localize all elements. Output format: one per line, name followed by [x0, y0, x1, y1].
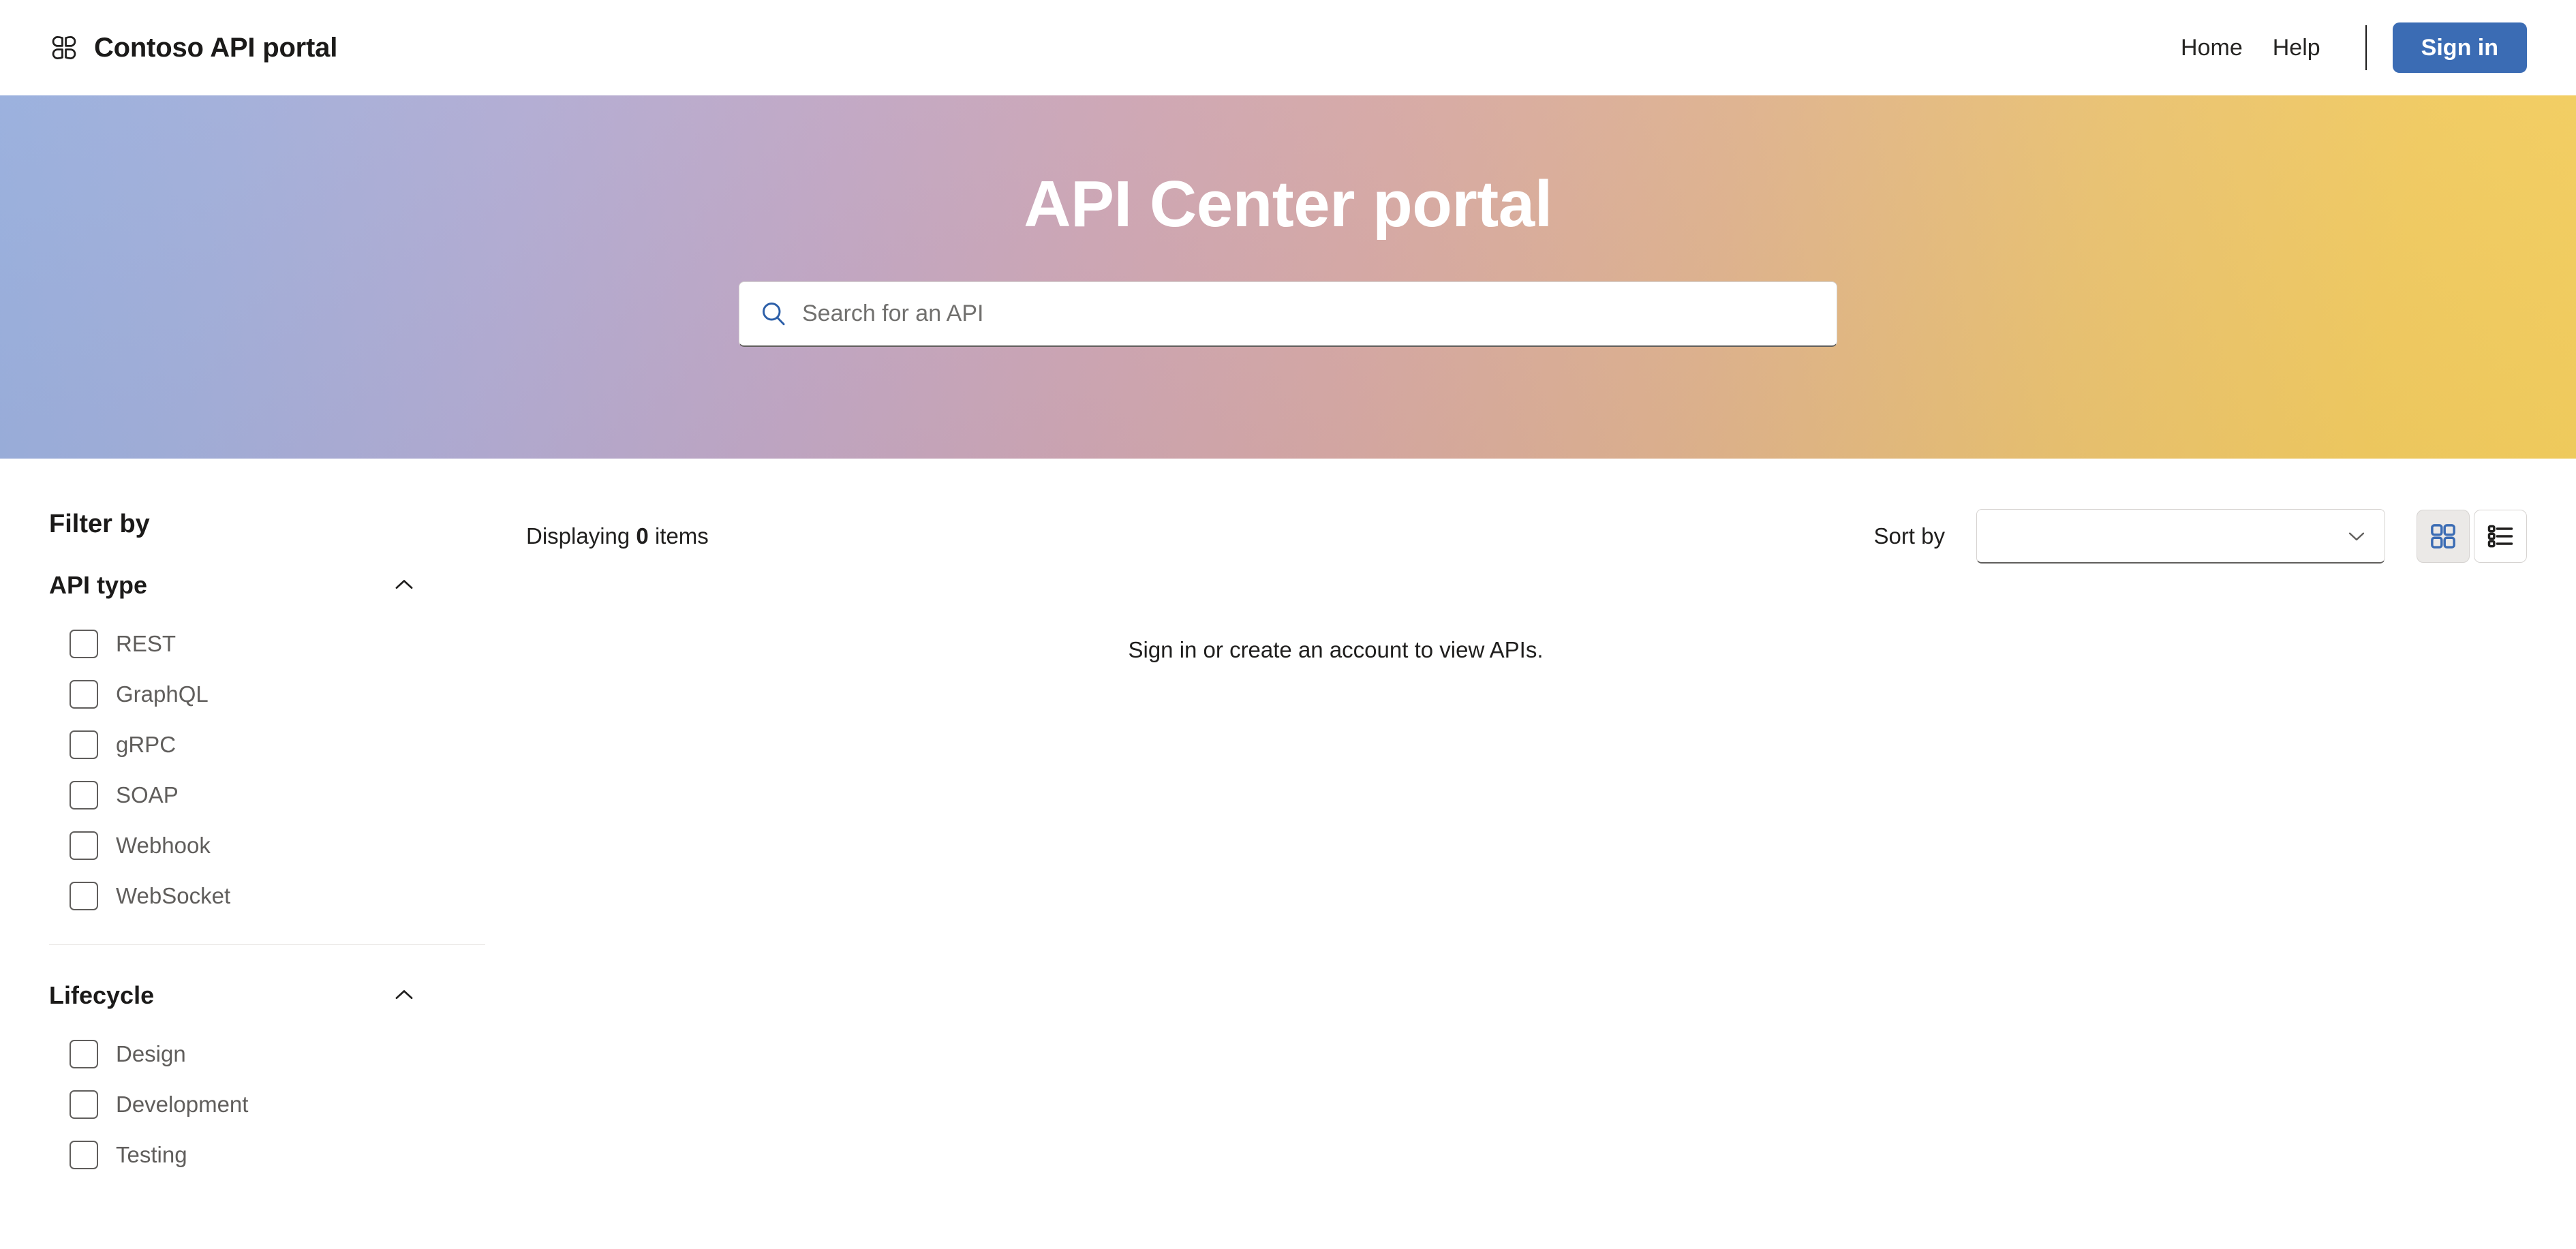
facet-option-label: SOAP	[116, 782, 179, 807]
displaying-suffix: items	[654, 523, 709, 549]
facet-option-graphql[interactable]: GraphQL	[49, 669, 428, 720]
results-count: Displaying 0 items	[526, 523, 709, 549]
facet-divider	[49, 944, 485, 945]
chevron-up-icon[interactable]	[391, 572, 417, 598]
page-title: API Center portal	[1024, 168, 1552, 241]
nav-link-help[interactable]: Help	[2258, 28, 2335, 68]
list-view-icon	[2487, 525, 2513, 548]
grid-view-icon	[2431, 524, 2455, 549]
displaying-prefix: Displaying	[526, 523, 630, 549]
checkbox-websocket[interactable]	[70, 881, 98, 910]
sign-in-button[interactable]: Sign in	[2392, 22, 2527, 73]
top-navigation-bar: Contoso API portal Home Help Sign in	[0, 0, 2576, 95]
nav-link-home[interactable]: Home	[2166, 28, 2258, 68]
brand-title: Contoso API portal	[94, 32, 338, 63]
displaying-count: 0	[636, 523, 649, 549]
search-icon	[763, 303, 785, 326]
grid-view-button[interactable]	[2417, 510, 2470, 563]
checkbox-grpc[interactable]	[70, 730, 98, 759]
facet-api-type: API type REST GraphQL gRPC SOAP Webhook …	[49, 566, 477, 921]
facet-lifecycle-title: Lifecycle	[49, 981, 155, 1009]
facet-option-label: Design	[116, 1041, 186, 1067]
facet-option-label: Development	[116, 1092, 249, 1117]
checkbox-webhook[interactable]	[70, 831, 98, 860]
facet-option-design[interactable]: Design	[49, 1029, 428, 1079]
facet-option-testing[interactable]: Testing	[49, 1130, 428, 1180]
sort-by-label: Sort by	[1873, 523, 1945, 549]
facet-lifecycle-options: Design Development Testing	[49, 1029, 428, 1180]
list-view-button[interactable]	[2474, 510, 2527, 563]
facet-option-websocket[interactable]: WebSocket	[49, 871, 428, 921]
facet-option-development[interactable]: Development	[49, 1079, 428, 1130]
facet-api-type-title: API type	[49, 570, 148, 599]
content-area: Filter by API type REST GraphQL gRPC SOA…	[0, 459, 2576, 1180]
clover-grid-logo-icon	[52, 36, 76, 59]
brand-home-link[interactable]: Contoso API portal	[49, 33, 337, 63]
facet-option-webhook[interactable]: Webhook	[49, 820, 428, 871]
checkbox-graphql[interactable]	[70, 679, 98, 709]
checkbox-development[interactable]	[70, 1090, 98, 1119]
results-toolbar: Displaying 0 items Sort by	[526, 509, 2527, 564]
hero-search-container	[739, 281, 1837, 347]
empty-state-message: Sign in or create an account to view API…	[1128, 637, 1544, 662]
facet-option-label: WebSocket	[116, 882, 231, 908]
checkbox-testing[interactable]	[70, 1140, 98, 1169]
facet-option-soap[interactable]: SOAP	[49, 770, 428, 820]
facet-option-label: GraphQL	[116, 681, 209, 707]
sort-by-dropdown[interactable]	[1976, 509, 2385, 564]
facet-option-label: Webhook	[116, 832, 211, 858]
filter-by-heading: Filter by	[49, 510, 150, 538]
search-field[interactable]	[739, 281, 1837, 347]
hero-banner: API Center portal	[0, 95, 2576, 459]
checkbox-soap[interactable]	[70, 780, 98, 809]
filter-sidebar: Filter by API type REST GraphQL gRPC SOA…	[0, 459, 485, 1180]
chevron-down-icon[interactable]	[2345, 525, 2368, 548]
chevron-up-icon[interactable]	[391, 982, 417, 1008]
nav-divider	[2365, 25, 2367, 70]
facet-api-type-options: REST GraphQL gRPC SOAP Webhook WebSocket	[49, 619, 428, 921]
top-nav-links: Home Help Sign in	[2166, 22, 2527, 73]
facet-option-rest[interactable]: REST	[49, 619, 428, 669]
search-input[interactable]	[802, 281, 1818, 345]
facet-api-type-header[interactable]: API type	[49, 566, 428, 604]
facet-lifecycle-header[interactable]: Lifecycle	[49, 976, 428, 1014]
view-mode-toggle	[2417, 510, 2527, 563]
checkbox-design[interactable]	[70, 1039, 98, 1068]
facet-lifecycle: Lifecycle Design Development Testing	[49, 976, 477, 1180]
facet-option-label: Testing	[116, 1142, 187, 1168]
results-panel: Displaying 0 items Sort by Sign in or cr…	[477, 459, 2576, 663]
checkbox-rest[interactable]	[70, 629, 98, 658]
facet-option-label: REST	[116, 630, 177, 656]
facet-option-grpc[interactable]: gRPC	[49, 720, 428, 770]
facet-option-label: gRPC	[116, 731, 177, 757]
